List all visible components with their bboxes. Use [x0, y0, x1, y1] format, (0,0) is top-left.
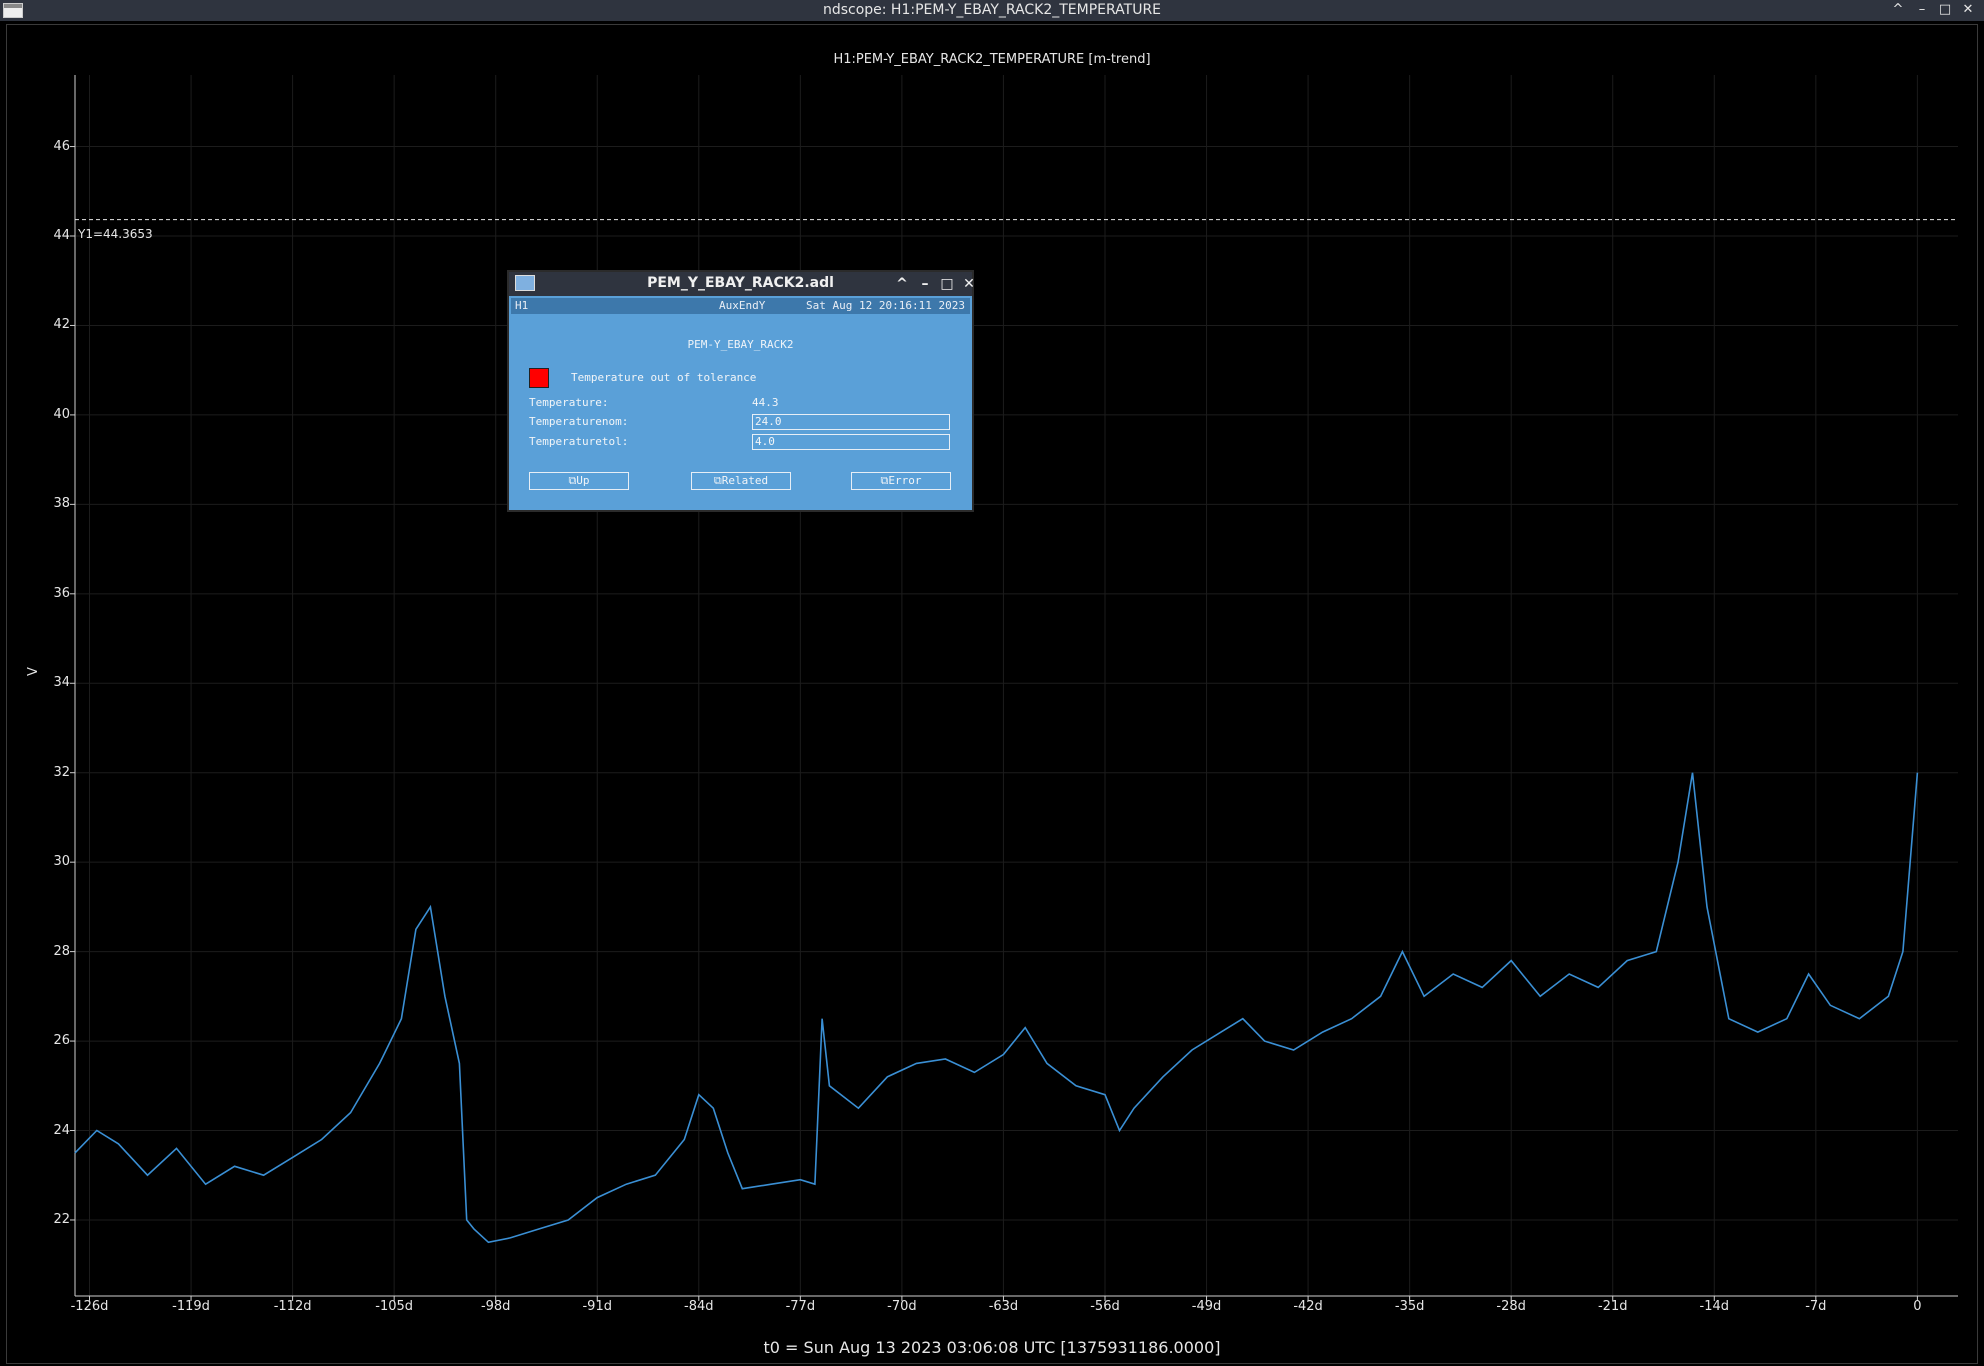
- cursor-readout: Y1=44.3653: [78, 227, 153, 241]
- y-tick-label: 28: [53, 943, 70, 959]
- temperaturetol-label: Temperaturetol:: [529, 435, 629, 448]
- x-tick-label: -7d: [1805, 1299, 1827, 1314]
- x-tick-label: -42d: [1293, 1299, 1323, 1314]
- y-tick-label: 32: [53, 764, 70, 780]
- trend-plot[interactable]: [0, 0, 1984, 1366]
- y-tick-label: 24: [53, 1122, 70, 1138]
- up-button[interactable]: ⧉Up: [529, 472, 629, 490]
- temperaturenom-label: Temperaturenom:: [529, 415, 629, 428]
- y-tick-label: 30: [53, 854, 70, 870]
- medm-status-bar: H1 AuxEndY Sat Aug 12 20:16:11 2023: [511, 298, 970, 314]
- x-tick-label: -14d: [1699, 1299, 1730, 1314]
- medm-close-button[interactable]: ✕: [959, 274, 979, 294]
- alarm-text: Temperature out of tolerance: [571, 371, 757, 384]
- temperaturenom-field[interactable]: 24.0: [752, 414, 950, 430]
- plot-grid: [75, 75, 1958, 1296]
- y-tick-label: 40: [53, 406, 70, 422]
- y-tick-label: 42: [53, 317, 70, 333]
- x-tick-label: -49d: [1191, 1299, 1222, 1314]
- x-tick-label: -77d: [785, 1299, 816, 1314]
- y-tick-label: 38: [53, 496, 70, 512]
- temperature-value: 44.3: [752, 396, 779, 409]
- x-tick-label: -91d: [582, 1299, 612, 1314]
- y-tick-label: 22: [53, 1211, 70, 1227]
- status-time: Sat Aug 12 20:16:11 2023: [806, 299, 965, 312]
- medm-minimize-button[interactable]: –: [915, 274, 935, 294]
- x-tick-label: -126d: [70, 1299, 109, 1314]
- t0-label: t0 = Sun Aug 13 2023 03:06:08 UTC [13759…: [763, 1338, 1221, 1357]
- medm-heading: PEM-Y_EBAY_RACK2: [687, 338, 794, 351]
- x-tick-label: -70d: [887, 1299, 917, 1314]
- x-tick-label: -98d: [480, 1299, 511, 1314]
- y-tick-label: 34: [53, 675, 70, 691]
- medm-screen-window: PEM_Y_EBAY_RACK2.adl ^ – □ ✕ H1 AuxEndY …: [507, 270, 975, 512]
- status-area: AuxEndY: [719, 299, 766, 312]
- related-button[interactable]: ⧉Related: [691, 472, 791, 490]
- temperature-line: [74, 772, 1919, 1244]
- x-tick-label: -21d: [1597, 1299, 1628, 1314]
- x-tick-label: 0: [1913, 1299, 1922, 1314]
- x-tick-label: -119d: [172, 1299, 210, 1314]
- x-tick-label: -56d: [1090, 1299, 1120, 1314]
- y-tick-label: 44: [53, 228, 70, 243]
- y-axis-label: V: [26, 667, 41, 676]
- error-button[interactable]: ⧉Error: [851, 472, 951, 490]
- status-site: H1: [515, 299, 529, 312]
- x-tick-label: -105d: [375, 1299, 414, 1314]
- x-tick-label: -63d: [988, 1299, 1019, 1314]
- x-tick-label: -28d: [1496, 1299, 1526, 1314]
- medm-titlebar: PEM_Y_EBAY_RACK2.adl ^ – □ ✕: [509, 272, 975, 296]
- temperature-label: Temperature:: [529, 396, 609, 409]
- temperature-series: [74, 772, 1919, 1244]
- y-tick-label: 36: [53, 585, 70, 601]
- plot-axes: [70, 75, 1958, 1301]
- y-tick-label: 46: [53, 138, 70, 154]
- x-tick-label: -112d: [273, 1299, 312, 1314]
- x-tick-label: -84d: [684, 1299, 714, 1314]
- alarm-indicator: [529, 368, 549, 388]
- medm-shade-button[interactable]: ^: [892, 274, 912, 294]
- y-tick-label: 26: [53, 1033, 70, 1049]
- x-tick-label: -35d: [1394, 1299, 1425, 1314]
- medm-maximize-button[interactable]: □: [937, 274, 957, 294]
- temperaturetol-field[interactable]: 4.0: [752, 434, 950, 450]
